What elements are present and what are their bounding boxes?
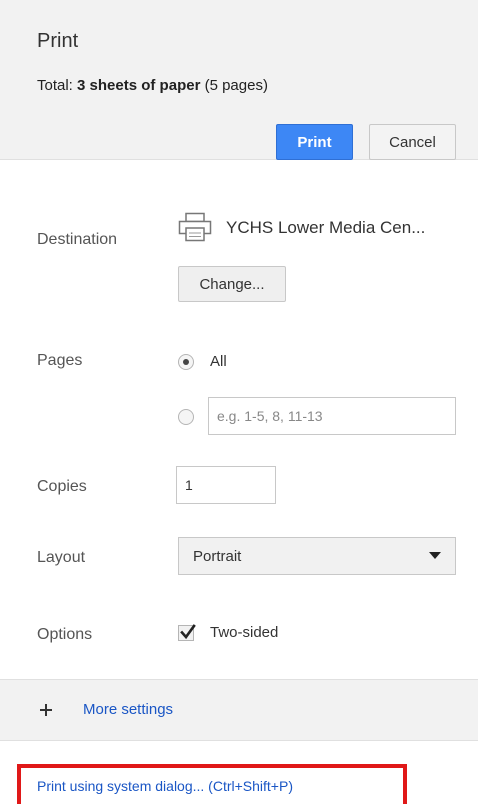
pages-all-radio[interactable] <box>178 354 194 370</box>
pages-label: Pages <box>37 352 83 369</box>
change-destination-button[interactable]: Change... <box>178 266 286 302</box>
copies-label: Copies <box>37 478 87 495</box>
more-settings-row[interactable] <box>0 680 478 740</box>
more-settings-link[interactable]: More settings <box>83 701 173 718</box>
dialog-title: Print <box>37 30 79 52</box>
layout-select[interactable]: Portrait <box>178 537 456 575</box>
pages-custom-radio[interactable] <box>178 409 194 425</box>
layout-label: Layout <box>37 549 86 566</box>
print-button[interactable]: Print <box>276 124 353 160</box>
divider <box>0 740 478 741</box>
two-sided-checkbox[interactable] <box>178 624 196 641</box>
layout-selected-value: Portrait <box>193 547 242 565</box>
two-sided-label: Two-sided <box>210 624 279 641</box>
destination-printer-name: YCHS Lower Media Cen... <box>226 218 426 237</box>
print-using-system-dialog-link[interactable]: Print using system dialog... (Ctrl+Shift… <box>37 778 293 794</box>
options-label: Options <box>37 626 93 643</box>
print-header: Print Total: 3 sheets of paper (5 pages)… <box>0 0 478 160</box>
pages-all-label: All <box>210 353 227 370</box>
dropdown-caret-icon <box>429 552 441 559</box>
print-summary: Total: 3 sheets of paper (5 pages) <box>37 77 268 94</box>
pages-range-input[interactable] <box>208 397 456 435</box>
summary-pages: (5 pages) <box>200 77 268 94</box>
plus-icon <box>40 704 52 716</box>
copies-input[interactable] <box>176 466 276 504</box>
destination-label: Destination <box>37 231 118 248</box>
summary-prefix: Total: <box>37 77 78 94</box>
printer-icon <box>178 212 212 242</box>
checkmark-icon <box>180 624 196 640</box>
cancel-button[interactable]: Cancel <box>369 124 456 160</box>
summary-sheets: 3 sheets of paper <box>77 77 201 94</box>
